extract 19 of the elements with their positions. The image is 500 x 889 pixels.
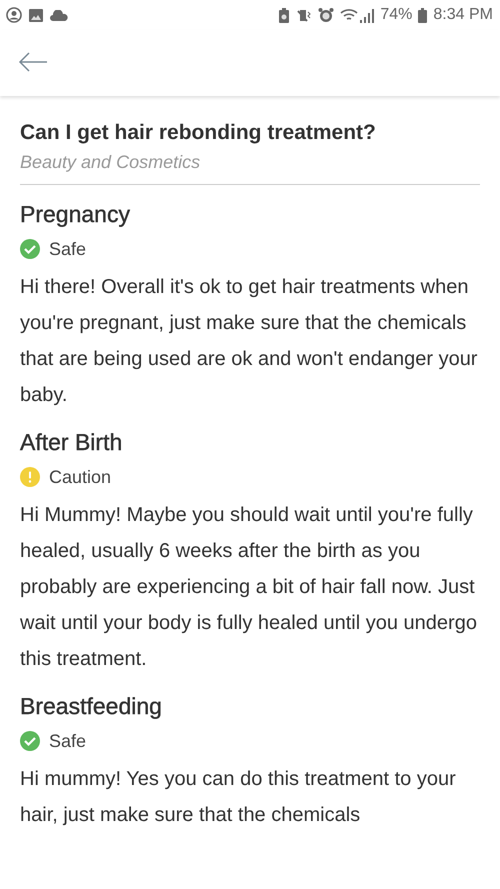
battery-icon: [418, 8, 428, 22]
alarm-icon: [318, 7, 334, 23]
image-icon: [28, 8, 44, 22]
status-label: Caution: [49, 466, 112, 488]
answer-text: Hi there! Overall it's ok to get hair treatments when you're pregnant, just make sure that the chemicals that are being used are ok and won't endanger your baby.: [20, 275, 478, 408]
section-heading: After Birth: [20, 428, 124, 457]
status-label: Safe: [49, 730, 86, 752]
section-heading: Pregnancy: [20, 200, 131, 229]
section-heading: Breastfeeding: [20, 692, 163, 721]
answer-text: Hi mummy! Yes you can do this treatment to your hair, just make sure that the chemicals: [20, 767, 457, 828]
answer-text: Hi Mummy! Maybe you should wait until you're fully healed, usually 6 weeks after the birth as you probably are experiencing a bit of hair fall now. Just wait until your body is fully healed until you undergo this treatment.: [20, 503, 478, 672]
clock-time: 8:34 PM: [433, 6, 493, 24]
cloud-icon: [50, 10, 68, 20]
category-label: Beauty and Cosmetics: [20, 151, 202, 174]
question-title: Can I get hair rebonding treatment?: [20, 120, 377, 146]
status-label: Safe: [49, 238, 86, 260]
signal-icon: [340, 8, 374, 22]
account-icon: [6, 7, 22, 23]
battery-percent: 74%: [380, 6, 412, 24]
